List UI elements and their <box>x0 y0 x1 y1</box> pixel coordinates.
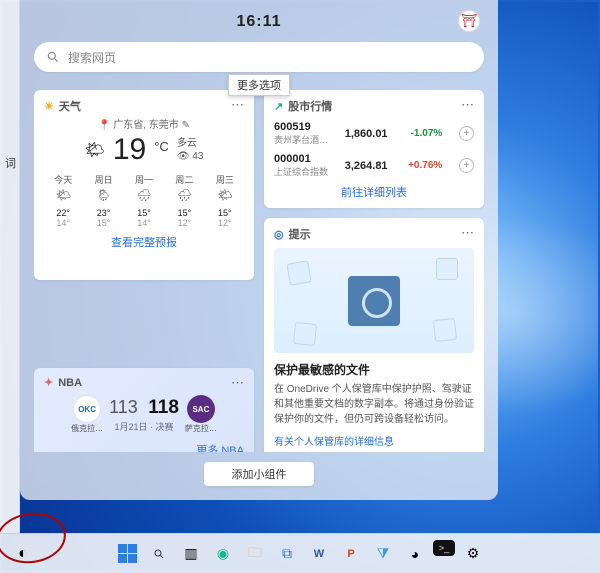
add-stock-button[interactable]: + <box>459 158 474 173</box>
task-view-button[interactable]: ▥ <box>177 540 205 568</box>
vscode-icon[interactable]: ⧩ <box>369 540 397 568</box>
windows-logo-icon <box>118 544 137 563</box>
forecast-day[interactable]: 周二🌧15°12° <box>165 173 203 228</box>
forecast-day[interactable]: 今天🌤22°14° <box>44 173 82 228</box>
search-tooltip: 更多选项 <box>228 74 290 96</box>
nba-icon: ✦ <box>44 376 53 389</box>
word-icon[interactable]: W <box>305 540 333 568</box>
stocks-list: 600519贵州茅台酒…1,860.01-1.07%+ 000001上证综合指数3… <box>274 121 474 178</box>
weather-forecast-row: 今天🌤22°14°周日🌦23°15°周一🌧15°14°周二🌧15°12°周三🌤1… <box>44 173 244 228</box>
terminal-icon[interactable]: >_ <box>433 540 455 556</box>
stock-row[interactable]: 600519贵州茅台酒…1,860.01-1.07%+ <box>274 121 474 146</box>
weather-mini-icon: 🌦 <box>84 188 122 202</box>
weather-condition: 多云 👁 43 <box>177 137 204 163</box>
store-icon[interactable]: ⧉ <box>273 540 301 568</box>
score-b: 118 <box>148 397 179 418</box>
doc-icon <box>286 260 311 285</box>
user-avatar[interactable]: ⛩ <box>458 10 480 32</box>
tips-body: 在 OneDrive 个人保管库中保护护照、驾驶证和其他重要文档的数字副本。将通… <box>274 382 474 427</box>
stocks-card[interactable]: ↗ 股市行情 ⋯ 600519贵州茅台酒…1,860.01-1.07%+ 0000… <box>264 90 484 208</box>
nba-score-row: OKC 俄克拉荷马… 113 118 1月21日 · 决赛 SAC 萨克拉门托… <box>44 395 244 434</box>
forecast-day[interactable]: 周一🌧15°14° <box>125 173 163 228</box>
tips-more-button[interactable]: ⋯ <box>458 224 478 242</box>
chrome-icon[interactable]: ◕ <box>401 540 429 568</box>
start-button[interactable] <box>113 540 141 568</box>
doc-icon <box>433 318 457 342</box>
edge-icon[interactable]: ◉ <box>209 540 237 568</box>
taskbar: ◐ ▥ ◉ 🗀 ⧉ W P ⧩ ◕ >_ ⚙ <box>0 533 600 573</box>
team-a-name: 俄克拉荷马… <box>71 423 103 434</box>
widgets-grid: ☀ 天气 ⋯ 📍 广东省, 东莞市 ✎ 🌤 19 °C 多云 👁 43 今天🌤 <box>34 90 484 452</box>
powerpoint-icon[interactable]: P <box>337 540 365 568</box>
stocks-detail-link[interactable]: 前往详细列表 <box>274 184 474 200</box>
weather-mini-icon: 🌧 <box>165 188 203 202</box>
clock: 16:11 <box>236 13 281 31</box>
tips-card[interactable]: ◎ 提示 ⋯ 保护最敏感的文件 在 OneDrive 个人保管库中保护护照、驾驶… <box>264 218 484 452</box>
taskbar-widgets-button[interactable]: ◐ <box>8 539 38 569</box>
vault-icon <box>348 276 400 326</box>
stocks-icon: ↗ <box>274 100 283 113</box>
stocks-title: ↗ 股市行情 <box>274 98 474 114</box>
tips-icon: ◎ <box>274 228 284 241</box>
team-b-logo: SAC <box>187 395 215 423</box>
taskbar-search-button[interactable] <box>145 540 173 568</box>
edit-location-icon[interactable]: ✎ <box>182 120 190 131</box>
weather-now-icon: 🌤 <box>85 140 105 160</box>
weather-unit: °C <box>154 139 169 154</box>
weather-mini-icon: 🌤 <box>44 188 82 202</box>
weather-card[interactable]: ☀ 天气 ⋯ 📍 广东省, 东莞市 ✎ 🌤 19 °C 多云 👁 43 今天🌤 <box>34 90 254 280</box>
left-strip-char: 词 <box>5 155 16 171</box>
game-info: 1月21日 · 决赛 <box>109 420 179 433</box>
stocks-more-button[interactable]: ⋯ <box>458 96 478 114</box>
tips-learn-more-link[interactable]: 有关个人保管库的详细信息 <box>274 433 474 448</box>
tips-illustration <box>274 248 474 353</box>
nba-more-button[interactable]: ⋯ <box>228 374 248 392</box>
forecast-day[interactable]: 周三🌤15°12° <box>206 173 244 228</box>
weather-title: ☀ 天气 <box>44 98 244 114</box>
tips-headline: 保护最敏感的文件 <box>274 361 474 378</box>
weather-current: 🌤 19 °C 多云 👁 43 <box>44 133 244 167</box>
tips-title: ◎ 提示 <box>274 226 474 242</box>
weather-mini-icon: 🌤 <box>206 188 244 202</box>
nba-card[interactable]: ✦ NBA ⋯ OKC 俄克拉荷马… 113 118 1月21日 · 决赛 SA… <box>34 368 254 452</box>
explorer-icon[interactable]: 🗀 <box>241 540 269 568</box>
sun-icon: ☀ <box>44 100 54 113</box>
settings-icon[interactable]: ⚙ <box>459 540 487 568</box>
weather-full-forecast-link[interactable]: 查看完整预报 <box>44 234 244 250</box>
nba-more-link[interactable]: 更多 NBA <box>44 442 244 452</box>
taskbar-center: ▥ ◉ 🗀 ⧉ W P ⧩ ◕ >_ ⚙ <box>113 540 487 568</box>
team-b-name: 萨克拉门托… <box>185 423 217 434</box>
team-a-logo: OKC <box>73 395 101 423</box>
image-icon <box>436 258 458 280</box>
panel-header: 16:11 ⛩ <box>34 8 484 36</box>
weather-mini-icon: 🌧 <box>125 188 163 202</box>
search-icon <box>46 50 60 64</box>
widgets-panel: 16:11 ⛩ 搜索网页 更多选项 ☀ 天气 ⋯ 📍 广东省, 东莞市 ✎ 🌤 … <box>20 0 498 500</box>
search-placeholder: 搜索网页 <box>68 49 116 66</box>
weather-more-button[interactable]: ⋯ <box>228 96 248 114</box>
add-widget-button[interactable]: 添加小组件 <box>204 462 314 486</box>
search-icon <box>153 548 165 560</box>
weather-temp: 19 <box>113 133 146 167</box>
nba-title: ✦ NBA <box>44 376 244 389</box>
add-stock-button[interactable]: + <box>459 126 474 141</box>
doc-icon <box>293 322 317 346</box>
score-a: 113 <box>109 397 138 417</box>
left-app-strip: 词 <box>0 0 20 533</box>
search-box[interactable]: 搜索网页 更多选项 <box>34 42 484 72</box>
weather-location[interactable]: 📍 广东省, 东莞市 ✎ <box>44 116 244 131</box>
forecast-day[interactable]: 周日🌦23°15° <box>84 173 122 228</box>
stock-row[interactable]: 000001上证综合指数3,264.81+0.76%+ <box>274 153 474 178</box>
